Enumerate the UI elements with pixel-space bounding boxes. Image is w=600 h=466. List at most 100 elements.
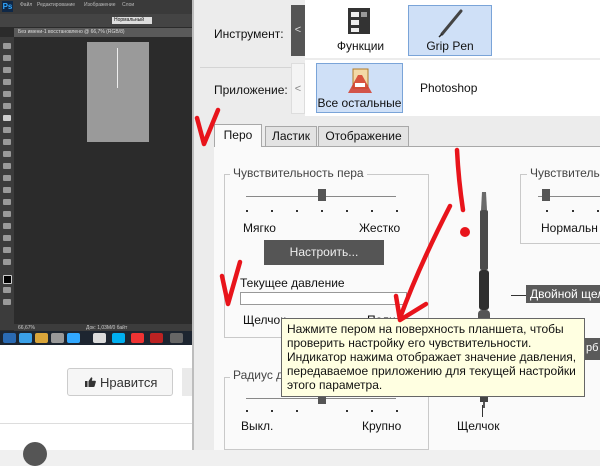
- brush-tool-icon[interactable]: [3, 115, 11, 121]
- app-scroll-left-button[interactable]: <: [291, 63, 305, 114]
- photoshop-taskbar-icon[interactable]: [67, 333, 80, 343]
- hand-tool-icon[interactable]: [3, 247, 11, 253]
- slider-tick: [371, 410, 373, 412]
- like-button[interactable]: Нравится: [67, 368, 173, 396]
- gradient-tool-icon[interactable]: [3, 163, 11, 169]
- tooltip-line: передаваемое приложению для текущей наст…: [287, 364, 576, 378]
- tooltip-line: этого параметра.: [287, 378, 383, 392]
- current-pressure-title: Текущее давление: [240, 276, 345, 290]
- functions-label: Функции: [336, 39, 385, 53]
- ps-menu-image[interactable]: Изображение: [84, 2, 116, 8]
- zoom-tool-icon[interactable]: [3, 259, 11, 265]
- stamp-tool-icon[interactable]: [3, 127, 11, 133]
- windows-taskbar: [0, 331, 192, 345]
- double-click-callout[interactable]: Двойной щелчок: [526, 285, 600, 303]
- move-tool-icon[interactable]: [3, 43, 11, 49]
- acrobat-icon[interactable]: [150, 333, 163, 343]
- slider-tick: [597, 210, 599, 212]
- tip-click-label: Щелчок: [457, 419, 500, 433]
- app-tile-all-others[interactable]: Все остальные: [316, 63, 403, 113]
- slider-tick: [572, 210, 574, 212]
- path-select-tool-icon[interactable]: [3, 223, 11, 229]
- crop-tool-icon[interactable]: [3, 91, 11, 97]
- blur-tool-icon[interactable]: [3, 175, 11, 181]
- slider-tick: [396, 210, 398, 212]
- tab-pen[interactable]: Перо: [214, 124, 262, 147]
- dodge-tool-icon[interactable]: [3, 187, 11, 193]
- start-icon[interactable]: [3, 333, 16, 343]
- eraser-tool-icon[interactable]: [3, 151, 11, 157]
- slider-tick: [296, 210, 298, 212]
- tip-connector: [482, 405, 483, 417]
- media-icon[interactable]: [51, 333, 64, 343]
- avatar[interactable]: [23, 442, 47, 466]
- normal-label: Нормальн: [541, 221, 598, 235]
- ps-canvas[interactable]: [87, 42, 149, 142]
- ps-toolbar: [0, 37, 14, 330]
- slider-tick: [321, 210, 323, 212]
- folder-icon[interactable]: [35, 333, 48, 343]
- divider: [0, 423, 192, 424]
- opera-icon[interactable]: [131, 333, 144, 343]
- functions-icon: [348, 8, 370, 34]
- tooltip-line: Индикатор нажима отображает значение дав…: [287, 350, 577, 364]
- ie-icon[interactable]: [19, 333, 32, 343]
- tilt-group-title: Чувствительн: [527, 166, 600, 180]
- ps-menu-file[interactable]: Файл: [20, 2, 32, 8]
- quick-mask-icon[interactable]: [3, 287, 11, 293]
- quick-select-tool-icon[interactable]: [3, 79, 11, 85]
- off-label: Выкл.: [241, 419, 274, 433]
- grip-pen-icon: [438, 9, 463, 38]
- ps-options-bar: [0, 14, 192, 27]
- photoshop-logo: Ps: [2, 1, 13, 12]
- tab-eraser[interactable]: Ластик: [265, 126, 317, 146]
- ps-brush-stroke: [117, 48, 118, 88]
- tooltip-line: проверить настройку его чувствительности…: [287, 336, 532, 350]
- grip-pen-label: Grip Pen: [426, 39, 474, 53]
- tab-display[interactable]: Отображение: [318, 126, 409, 146]
- slider-tick: [371, 210, 373, 212]
- ps-menu-layers[interactable]: Слои: [122, 2, 134, 8]
- ps-blend-mode-select[interactable]: Нормальный: [112, 17, 152, 24]
- pen-tool-icon[interactable]: [3, 199, 11, 205]
- tool-tile-grip-pen[interactable]: Grip Pen: [408, 5, 492, 56]
- slider-tick: [546, 210, 548, 212]
- like-label: Нравится: [100, 375, 158, 390]
- tool-row-label: Инструмент:: [214, 27, 284, 41]
- click-label: Щелчок: [243, 313, 286, 327]
- eyedropper-tool-icon[interactable]: [3, 103, 11, 109]
- web-page: [0, 345, 192, 450]
- ps-menu-edit[interactable]: Редактирование: [37, 2, 75, 8]
- slider-tick: [271, 210, 273, 212]
- all-others-label: Все остальные: [317, 96, 402, 110]
- slider-tick: [296, 410, 298, 412]
- tablet-icon[interactable]: [170, 333, 183, 343]
- slider-tick: [246, 210, 248, 212]
- ps-document-tab-label: Без имени-1 восстановлено @ 66,7% (RGB/8…: [18, 29, 125, 35]
- configure-button[interactable]: Настроить...: [264, 240, 384, 265]
- tool-scroll-left-button[interactable]: <: [291, 5, 305, 56]
- chrome-icon[interactable]: [93, 333, 106, 343]
- all-apps-icon: [348, 68, 372, 93]
- slider-tick: [271, 410, 273, 412]
- lasso-tool-icon[interactable]: [3, 67, 11, 73]
- slider-tick: [346, 210, 348, 212]
- history-brush-tool-icon[interactable]: [3, 139, 11, 145]
- app-tile-photoshop[interactable]: Photoshop: [420, 81, 477, 95]
- slider-tick: [246, 410, 248, 412]
- pressure-group-title: Чувствительность пера: [230, 166, 367, 180]
- tilt-slider-thumb[interactable]: [542, 189, 550, 201]
- foreground-color-swatch[interactable]: [3, 275, 12, 284]
- share-button-edge[interactable]: [182, 368, 192, 396]
- skype-icon[interactable]: [112, 333, 125, 343]
- pressure-slider-thumb[interactable]: [318, 189, 326, 201]
- shape-tool-icon[interactable]: [3, 235, 11, 241]
- slider-tick: [346, 410, 348, 412]
- radius-group-title: Радиус д: [230, 368, 287, 382]
- screen-mode-icon[interactable]: [3, 299, 11, 305]
- marquee-tool-icon[interactable]: [3, 55, 11, 61]
- type-tool-icon[interactable]: [3, 211, 11, 217]
- app-row-label: Приложение:: [214, 83, 288, 97]
- tool-tile-functions[interactable]: Функции: [318, 0, 403, 58]
- large-label: Крупно: [362, 419, 402, 433]
